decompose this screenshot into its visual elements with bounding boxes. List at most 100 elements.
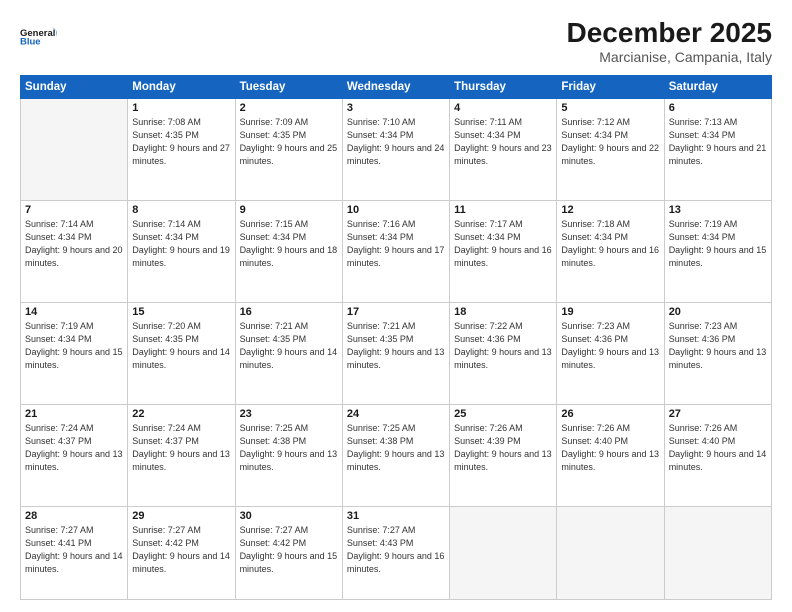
day-cell-19: 19 Sunrise: 7:23 AMSunset: 4:36 PMDaylig… <box>557 302 664 404</box>
day-number: 10 <box>347 204 445 216</box>
day-info: Sunrise: 7:21 AMSunset: 4:35 PMDaylight:… <box>240 321 338 370</box>
day-info: Sunrise: 7:27 AMSunset: 4:42 PMDaylight:… <box>132 525 230 574</box>
day-cell-24: 24 Sunrise: 7:25 AMSunset: 4:38 PMDaylig… <box>342 405 449 507</box>
day-number: 4 <box>454 102 552 114</box>
day-number: 28 <box>25 510 123 522</box>
day-number: 3 <box>347 102 445 114</box>
empty-cell <box>450 507 557 600</box>
day-info: Sunrise: 7:26 AMSunset: 4:40 PMDaylight:… <box>669 423 767 472</box>
weekday-header-row: Sunday Monday Tuesday Wednesday Thursday… <box>21 75 772 98</box>
day-number: 2 <box>240 102 338 114</box>
day-cell-11: 11 Sunrise: 7:17 AMSunset: 4:34 PMDaylig… <box>450 200 557 302</box>
logo-svg: General Blue <box>20 18 58 56</box>
day-info: Sunrise: 7:11 AMSunset: 4:34 PMDaylight:… <box>454 117 552 166</box>
day-cell-9: 9 Sunrise: 7:15 AMSunset: 4:34 PMDayligh… <box>235 200 342 302</box>
empty-cell <box>664 507 771 600</box>
header-monday: Monday <box>128 75 235 98</box>
day-number: 21 <box>25 408 123 420</box>
week-row-1: 1 Sunrise: 7:08 AMSunset: 4:35 PMDayligh… <box>21 98 772 200</box>
day-info: Sunrise: 7:18 AMSunset: 4:34 PMDaylight:… <box>561 219 659 268</box>
day-cell-31: 31 Sunrise: 7:27 AMSunset: 4:43 PMDaylig… <box>342 507 449 600</box>
day-info: Sunrise: 7:19 AMSunset: 4:34 PMDaylight:… <box>25 321 123 370</box>
svg-text:Blue: Blue <box>20 36 41 47</box>
location: Marcianise, Campania, Italy <box>567 49 772 65</box>
header-tuesday: Tuesday <box>235 75 342 98</box>
day-number: 23 <box>240 408 338 420</box>
day-cell-10: 10 Sunrise: 7:16 AMSunset: 4:34 PMDaylig… <box>342 200 449 302</box>
day-info: Sunrise: 7:12 AMSunset: 4:34 PMDaylight:… <box>561 117 659 166</box>
day-number: 6 <box>669 102 767 114</box>
day-info: Sunrise: 7:10 AMSunset: 4:34 PMDaylight:… <box>347 117 445 166</box>
day-cell-12: 12 Sunrise: 7:18 AMSunset: 4:34 PMDaylig… <box>557 200 664 302</box>
header-wednesday: Wednesday <box>342 75 449 98</box>
day-cell-5: 5 Sunrise: 7:12 AMSunset: 4:34 PMDayligh… <box>557 98 664 200</box>
day-cell-28: 28 Sunrise: 7:27 AMSunset: 4:41 PMDaylig… <box>21 507 128 600</box>
day-info: Sunrise: 7:14 AMSunset: 4:34 PMDaylight:… <box>132 219 230 268</box>
day-number: 1 <box>132 102 230 114</box>
day-info: Sunrise: 7:25 AMSunset: 4:38 PMDaylight:… <box>240 423 338 472</box>
day-info: Sunrise: 7:27 AMSunset: 4:43 PMDaylight:… <box>347 525 445 574</box>
day-cell-30: 30 Sunrise: 7:27 AMSunset: 4:42 PMDaylig… <box>235 507 342 600</box>
title-block: December 2025 Marcianise, Campania, Ital… <box>567 18 772 65</box>
day-number: 12 <box>561 204 659 216</box>
empty-cell <box>21 98 128 200</box>
day-number: 29 <box>132 510 230 522</box>
day-info: Sunrise: 7:24 AMSunset: 4:37 PMDaylight:… <box>132 423 230 472</box>
header-saturday: Saturday <box>664 75 771 98</box>
day-info: Sunrise: 7:15 AMSunset: 4:34 PMDaylight:… <box>240 219 338 268</box>
week-row-5: 28 Sunrise: 7:27 AMSunset: 4:41 PMDaylig… <box>21 507 772 600</box>
header: General Blue December 2025 Marcianise, C… <box>20 18 772 65</box>
day-cell-22: 22 Sunrise: 7:24 AMSunset: 4:37 PMDaylig… <box>128 405 235 507</box>
day-cell-1: 1 Sunrise: 7:08 AMSunset: 4:35 PMDayligh… <box>128 98 235 200</box>
day-cell-4: 4 Sunrise: 7:11 AMSunset: 4:34 PMDayligh… <box>450 98 557 200</box>
day-number: 9 <box>240 204 338 216</box>
day-number: 27 <box>669 408 767 420</box>
header-thursday: Thursday <box>450 75 557 98</box>
day-number: 18 <box>454 306 552 318</box>
day-cell-23: 23 Sunrise: 7:25 AMSunset: 4:38 PMDaylig… <box>235 405 342 507</box>
day-number: 26 <box>561 408 659 420</box>
calendar: Sunday Monday Tuesday Wednesday Thursday… <box>20 75 772 600</box>
day-number: 20 <box>669 306 767 318</box>
logo: General Blue <box>20 18 58 56</box>
day-number: 31 <box>347 510 445 522</box>
day-info: Sunrise: 7:21 AMSunset: 4:35 PMDaylight:… <box>347 321 445 370</box>
day-info: Sunrise: 7:27 AMSunset: 4:42 PMDaylight:… <box>240 525 338 574</box>
month-title: December 2025 <box>567 18 772 49</box>
day-number: 30 <box>240 510 338 522</box>
day-info: Sunrise: 7:16 AMSunset: 4:34 PMDaylight:… <box>347 219 445 268</box>
header-friday: Friday <box>557 75 664 98</box>
day-info: Sunrise: 7:24 AMSunset: 4:37 PMDaylight:… <box>25 423 123 472</box>
week-row-2: 7 Sunrise: 7:14 AMSunset: 4:34 PMDayligh… <box>21 200 772 302</box>
day-info: Sunrise: 7:23 AMSunset: 4:36 PMDaylight:… <box>561 321 659 370</box>
day-cell-13: 13 Sunrise: 7:19 AMSunset: 4:34 PMDaylig… <box>664 200 771 302</box>
day-cell-27: 27 Sunrise: 7:26 AMSunset: 4:40 PMDaylig… <box>664 405 771 507</box>
day-number: 15 <box>132 306 230 318</box>
day-info: Sunrise: 7:17 AMSunset: 4:34 PMDaylight:… <box>454 219 552 268</box>
day-info: Sunrise: 7:14 AMSunset: 4:34 PMDaylight:… <box>25 219 123 268</box>
day-number: 24 <box>347 408 445 420</box>
day-cell-21: 21 Sunrise: 7:24 AMSunset: 4:37 PMDaylig… <box>21 405 128 507</box>
day-cell-6: 6 Sunrise: 7:13 AMSunset: 4:34 PMDayligh… <box>664 98 771 200</box>
day-number: 7 <box>25 204 123 216</box>
day-number: 5 <box>561 102 659 114</box>
day-info: Sunrise: 7:27 AMSunset: 4:41 PMDaylight:… <box>25 525 123 574</box>
day-cell-26: 26 Sunrise: 7:26 AMSunset: 4:40 PMDaylig… <box>557 405 664 507</box>
day-cell-20: 20 Sunrise: 7:23 AMSunset: 4:36 PMDaylig… <box>664 302 771 404</box>
day-info: Sunrise: 7:09 AMSunset: 4:35 PMDaylight:… <box>240 117 338 166</box>
day-info: Sunrise: 7:23 AMSunset: 4:36 PMDaylight:… <box>669 321 767 370</box>
day-info: Sunrise: 7:26 AMSunset: 4:40 PMDaylight:… <box>561 423 659 472</box>
day-cell-18: 18 Sunrise: 7:22 AMSunset: 4:36 PMDaylig… <box>450 302 557 404</box>
day-cell-29: 29 Sunrise: 7:27 AMSunset: 4:42 PMDaylig… <box>128 507 235 600</box>
day-cell-16: 16 Sunrise: 7:21 AMSunset: 4:35 PMDaylig… <box>235 302 342 404</box>
header-sunday: Sunday <box>21 75 128 98</box>
page: General Blue December 2025 Marcianise, C… <box>0 0 792 612</box>
day-number: 25 <box>454 408 552 420</box>
day-cell-17: 17 Sunrise: 7:21 AMSunset: 4:35 PMDaylig… <box>342 302 449 404</box>
day-cell-15: 15 Sunrise: 7:20 AMSunset: 4:35 PMDaylig… <box>128 302 235 404</box>
day-info: Sunrise: 7:19 AMSunset: 4:34 PMDaylight:… <box>669 219 767 268</box>
day-number: 22 <box>132 408 230 420</box>
week-row-4: 21 Sunrise: 7:24 AMSunset: 4:37 PMDaylig… <box>21 405 772 507</box>
day-cell-25: 25 Sunrise: 7:26 AMSunset: 4:39 PMDaylig… <box>450 405 557 507</box>
day-cell-2: 2 Sunrise: 7:09 AMSunset: 4:35 PMDayligh… <box>235 98 342 200</box>
